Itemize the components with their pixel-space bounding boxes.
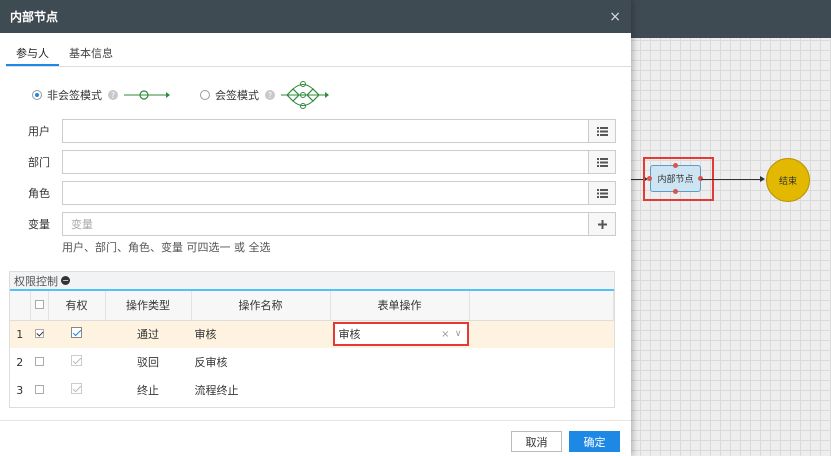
tab-basic-info[interactable]: 基本信息 [59, 43, 123, 66]
single-mode-radio[interactable] [32, 90, 42, 100]
dept-row: 部门 [28, 150, 616, 174]
mode-selector: 非会签模式 ? 会签模式 ? [32, 81, 329, 109]
user-list-button[interactable] [588, 119, 616, 143]
internal-node[interactable]: 内部节点 [650, 165, 701, 192]
row-number: 3 [16, 383, 24, 397]
header-spacer [469, 291, 614, 321]
single-flow-icon [124, 90, 170, 100]
tab-participants[interactable]: 参与人 [6, 43, 59, 66]
granted-checkbox[interactable] [71, 327, 82, 339]
select-all-header [30, 291, 49, 321]
op-name-cell: 审核 [191, 320, 330, 348]
multi-mode-radio[interactable] [200, 90, 210, 100]
table-row[interactable]: 2 驳回 反审核 [10, 348, 614, 376]
granted-checkbox [71, 383, 82, 394]
op-name-cell: 反审核 [194, 356, 228, 369]
op-name-cell: 流程终止 [194, 384, 239, 397]
permission-table: 有权 操作类型 操作名称 表单操作 1 通过 审核 审核 × ∨ 2 驳回 反审… [10, 291, 614, 404]
dept-list-button[interactable] [588, 150, 616, 174]
node-port-top[interactable] [673, 163, 678, 168]
dialog-header: 内部节点 × [0, 0, 631, 33]
form-op-cell[interactable] [330, 376, 469, 404]
var-add-button[interactable] [588, 212, 616, 236]
dept-label: 部门 [28, 156, 50, 169]
end-edge [701, 179, 761, 180]
header-op-name: 操作名称 [191, 291, 331, 321]
chevron-down-icon[interactable]: ∨ [455, 329, 462, 339]
granted-checkbox [71, 355, 82, 366]
permission-panel: 权限控制 − 有权 操作类型 操作名称 表单操作 1 通过 审核 审核 × ∨ … [9, 271, 615, 408]
row-select-checkbox[interactable] [34, 384, 44, 394]
role-label: 角色 [28, 187, 50, 200]
multi-mode-label[interactable]: 会签模式 [215, 87, 259, 103]
end-node-label: 结束 [778, 176, 797, 187]
row-number: 1 [10, 320, 30, 348]
node-port-bottom[interactable] [673, 189, 678, 194]
form-op-value: 审核 [338, 328, 361, 342]
cancel-button[interactable]: 取消 [511, 431, 562, 452]
role-input[interactable] [62, 181, 588, 205]
row-select-checkbox[interactable] [34, 328, 44, 338]
op-type-cell: 驳回 [137, 356, 159, 369]
multi-flow-icon [281, 81, 329, 109]
list-icon [596, 188, 608, 198]
plus-icon [597, 219, 607, 229]
internal-node-label: 内部节点 [657, 175, 694, 185]
header-form-op: 表单操作 [330, 291, 470, 321]
select-all-checkbox[interactable] [34, 299, 44, 309]
close-icon[interactable]: × [609, 9, 621, 25]
tab-bar: 参与人 基本信息 [6, 43, 631, 67]
var-input[interactable] [62, 212, 588, 236]
row-num-header [10, 291, 31, 321]
user-row: 用户 [28, 119, 616, 143]
list-icon [596, 157, 608, 167]
node-port-left[interactable] [647, 176, 652, 181]
header-granted: 有权 [48, 291, 106, 321]
role-row: 角色 [28, 181, 616, 205]
header-op-type: 操作类型 [105, 291, 192, 321]
end-arrow [760, 176, 765, 182]
op-type-cell: 通过 [105, 320, 191, 348]
row-select-checkbox[interactable] [34, 356, 44, 366]
dept-input[interactable] [62, 150, 588, 174]
table-row[interactable]: 1 通过 审核 审核 × ∨ [10, 320, 614, 348]
help-icon[interactable]: ? [265, 90, 275, 100]
form-op-select[interactable]: 审核 × ∨ [332, 322, 469, 347]
help-icon[interactable]: ? [108, 90, 118, 100]
user-label: 用户 [28, 125, 50, 138]
single-mode-label[interactable]: 非会签模式 [47, 87, 102, 103]
canvas-toolbar [631, 0, 831, 38]
var-label: 变量 [28, 218, 50, 231]
var-row: 变量 [28, 212, 616, 236]
ok-button[interactable]: 确定 [569, 431, 620, 452]
row-number: 2 [16, 355, 24, 369]
end-node[interactable]: 结束 [766, 158, 810, 202]
collapse-icon[interactable]: − [61, 276, 70, 285]
dialog-title: 内部节点 [10, 10, 59, 24]
user-input[interactable] [62, 119, 588, 143]
list-icon [596, 126, 608, 136]
permission-title: 权限控制 [14, 274, 58, 288]
dialog-footer: 取消 确定 [0, 420, 631, 456]
clear-icon[interactable]: × [441, 329, 449, 340]
role-list-button[interactable] [588, 181, 616, 205]
permission-title-bar: 权限控制 − [10, 272, 614, 291]
form-op-cell[interactable] [330, 348, 469, 376]
op-type-cell: 终止 [137, 384, 159, 397]
fields-hint: 用户、部门、角色、变量 可四选一 或 全选 [62, 241, 271, 254]
node-dialog: 内部节点 × 参与人 基本信息 非会签模式 ? 会签模式 ? 用户 部门 角色 … [0, 0, 631, 456]
table-row[interactable]: 3 终止 流程终止 [10, 376, 614, 404]
